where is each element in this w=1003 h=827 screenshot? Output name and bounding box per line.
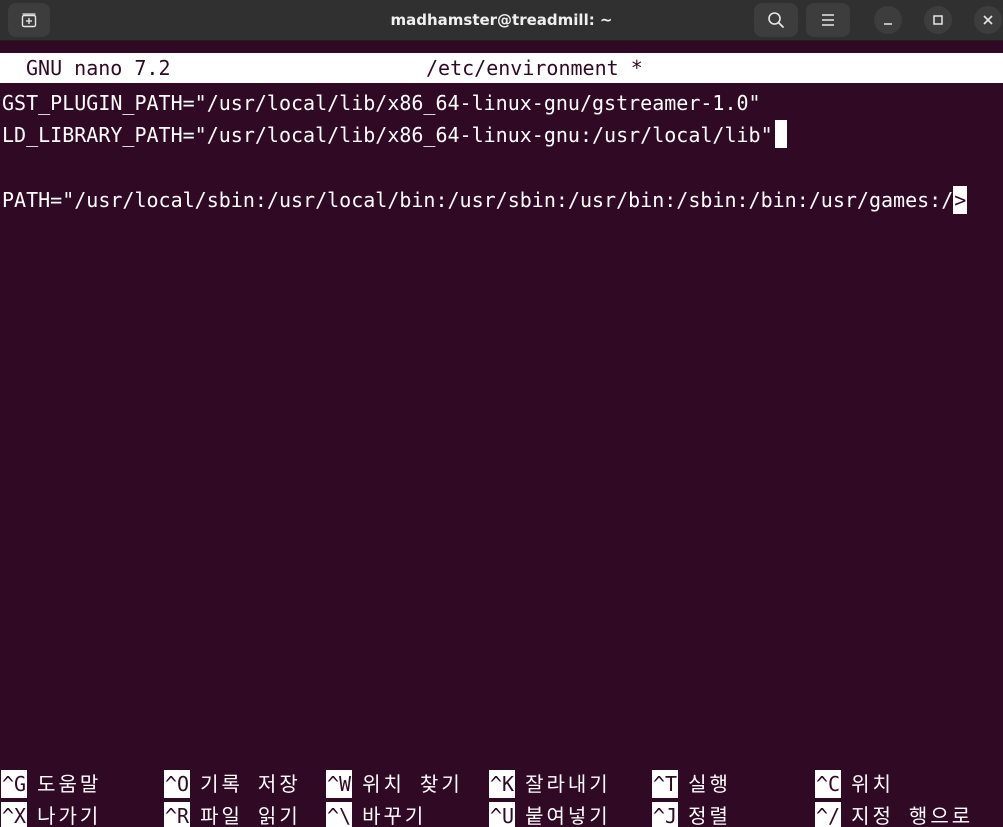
shortcut-replace[interactable]: ^\ 바꾸기 (326, 802, 426, 827)
shortcut-key: ^O (164, 770, 191, 798)
shortcut-label: 위치 (851, 772, 894, 796)
window-titlebar[interactable]: madhamster@treadmill: ~ (0, 0, 1003, 41)
minimize-icon (882, 11, 894, 30)
shortcut-label: 도움말 (37, 772, 102, 796)
shortcut-key: ^U (489, 802, 516, 827)
minimize-button[interactable] (874, 6, 902, 34)
hamburger-menu-icon (820, 13, 836, 27)
shortcut-key: ^T (652, 770, 679, 798)
close-button[interactable] (974, 6, 1002, 34)
shortcut-justify[interactable]: ^J 정렬 (652, 802, 731, 827)
shortcut-key: ^K (489, 770, 516, 798)
line-overflow-marker: > (953, 186, 968, 214)
buffer-line-2[interactable]: LD_LIBRARY_PATH="/usr/local/lib/x86_64-l… (2, 120, 787, 150)
buffer-line-1[interactable]: GST_PLUGIN_PATH="/usr/local/lib/x86_64-l… (2, 88, 761, 118)
shortcut-key: ^W (326, 770, 353, 798)
shortcut-label: 잘라내기 (525, 772, 611, 796)
shortcut-go-to-line[interactable]: ^/ 지정 행으로 (815, 802, 973, 827)
shortcut-key: ^J (652, 802, 679, 827)
new-tab-button[interactable] (8, 3, 50, 37)
buffer-line-text: GST_PLUGIN_PATH="/usr/local/lib/x86_64-l… (2, 91, 761, 115)
shortcut-paste[interactable]: ^U 붙여넣기 (489, 802, 611, 827)
search-button[interactable] (754, 3, 798, 37)
shortcut-key: ^\ (326, 802, 353, 827)
maximize-button[interactable] (924, 6, 952, 34)
shortcut-location[interactable]: ^C 위치 (815, 770, 894, 798)
shortcut-label: 지정 행으로 (851, 804, 974, 827)
menu-button[interactable] (806, 3, 850, 37)
shortcut-execute[interactable]: ^T 실행 (652, 770, 731, 798)
maximize-icon (932, 11, 944, 30)
shortcut-where-is[interactable]: ^W 위치 찾기 (326, 770, 463, 798)
shortcut-exit[interactable]: ^X 나가기 (1, 802, 101, 827)
new-tab-icon (21, 12, 37, 28)
search-icon (767, 11, 785, 29)
nano-version: GNU nano 7.2 (26, 56, 171, 80)
shortcut-key: ^R (164, 802, 191, 827)
shortcut-label: 나가기 (37, 804, 102, 827)
text-cursor (774, 120, 787, 148)
shortcut-key: ^X (1, 802, 28, 827)
buffer-line-text: PATH="/usr/local/sbin:/usr/local/bin:/us… (2, 188, 954, 212)
shortcut-cut[interactable]: ^K 잘라내기 (489, 770, 611, 798)
close-icon (982, 11, 994, 30)
buffer-line-4[interactable]: PATH="/usr/local/sbin:/usr/local/bin:/us… (2, 185, 968, 215)
shortcut-label: 위치 찾기 (362, 772, 463, 796)
shortcut-key: ^/ (815, 802, 842, 827)
nano-header-bar: GNU nano 7.2 /etc/environment * (0, 53, 1003, 83)
shortcut-key: ^C (815, 770, 842, 798)
nano-filename: /etc/environment * (426, 56, 643, 80)
shortcut-help[interactable]: ^G 도움말 (1, 770, 101, 798)
shortcut-label: 기록 저장 (200, 772, 301, 796)
window-title: madhamster@treadmill: ~ (390, 11, 613, 29)
shortcut-label: 붙여넣기 (525, 804, 611, 827)
shortcut-write-out[interactable]: ^O 기록 저장 (164, 770, 301, 798)
terminal-area[interactable]: GNU nano 7.2 /etc/environment * GST_PLUG… (0, 41, 1003, 827)
buffer-line-text: LD_LIBRARY_PATH="/usr/local/lib/x86_64-l… (2, 123, 773, 147)
shortcut-label: 실행 (688, 772, 731, 796)
shortcut-label: 정렬 (688, 804, 731, 827)
shortcut-key: ^G (1, 770, 28, 798)
shortcut-read-file[interactable]: ^R 파일 읽기 (164, 802, 301, 827)
shortcut-label: 파일 읽기 (200, 804, 301, 827)
shortcut-label: 바꾸기 (362, 804, 427, 827)
